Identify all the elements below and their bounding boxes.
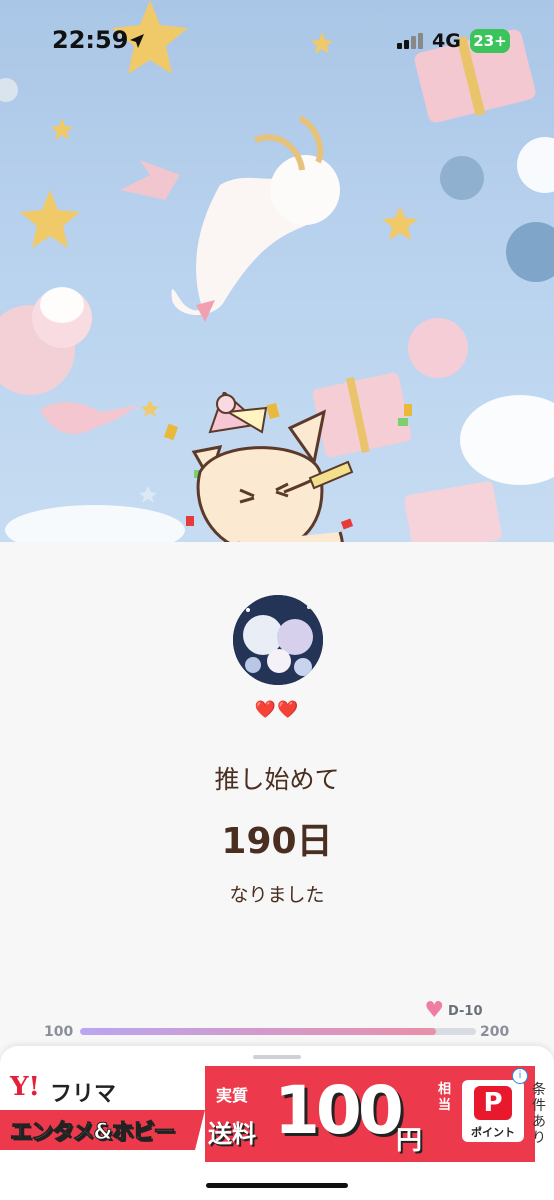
- oshi-avatar[interactable]: [233, 595, 323, 685]
- hearts-row: ❤️❤️: [254, 700, 300, 720]
- ad-shipping-label: 送料: [208, 1120, 256, 1148]
- ad-tag: 実質: [216, 1086, 249, 1105]
- progress-fill: [80, 1028, 437, 1035]
- status-bar: 22:59 4G 23+: [0, 0, 554, 80]
- ad-conditions: 条件あり: [532, 1082, 546, 1146]
- network-type: 4G: [432, 30, 461, 52]
- heart-icon: ♥: [424, 998, 445, 1023]
- ad-price: 100: [274, 1072, 404, 1149]
- home-indicator[interactable]: [206, 1183, 348, 1188]
- ad-brand-name: フリマ: [50, 1082, 117, 1107]
- counter-label-bottom: なりました: [229, 884, 325, 906]
- avatar-image: [233, 595, 323, 685]
- ad-point-label: ポイント: [471, 1126, 515, 1139]
- progress-max-label: 200: [480, 1024, 510, 1040]
- status-time: 22:59: [52, 26, 129, 54]
- ad-category: エンタメ&ホビー: [10, 1120, 177, 1146]
- ad-left-panel: Y! フリマ エンタメ&ホビー: [0, 1066, 205, 1162]
- progress-track: [80, 1028, 476, 1035]
- ad-brand-logo: Y!: [10, 1072, 40, 1102]
- battery-indicator: 23+: [470, 29, 510, 53]
- ad-note: 相当: [438, 1082, 452, 1113]
- progress-min-label: 100: [44, 1024, 74, 1040]
- ad-point-badge: P ポイント: [462, 1080, 524, 1142]
- ad-currency: 円: [396, 1126, 423, 1156]
- ad-info-icon[interactable]: i: [512, 1068, 528, 1084]
- location-arrow-icon: [130, 34, 144, 48]
- sheet-grabber[interactable]: [253, 1055, 301, 1059]
- day-count: 190日: [221, 821, 333, 862]
- signal-bars-icon: [397, 33, 423, 49]
- counter-label-top: 推し始めて: [214, 765, 340, 794]
- ad-banner[interactable]: Y! フリマ エンタメ&ホビー 実質 送料 100 円 相当 P ポイント i …: [0, 1066, 554, 1162]
- ad-point-logo: P: [474, 1086, 512, 1120]
- countdown-label: D-10: [448, 1004, 483, 1019]
